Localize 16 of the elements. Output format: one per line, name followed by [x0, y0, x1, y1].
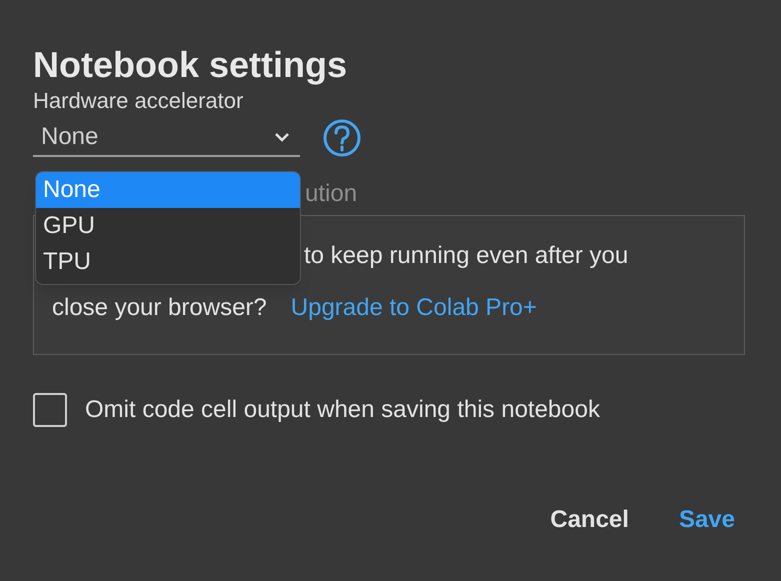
menu-option[interactable]: TPU — [36, 244, 300, 280]
promo-text: to keep running even after you — [304, 242, 628, 269]
field-label: Hardware accelerator — [33, 88, 244, 114]
chevron-icon — [274, 132, 290, 142]
section-label: ution — [305, 180, 358, 207]
save-button[interactable]: Save — [674, 498, 739, 542]
upgrade-link[interactable]: Upgrade to Colab Pro+ — [290, 294, 537, 322]
accelerator-select[interactable]: None — [33, 119, 300, 157]
dialog-title: Notebook settings — [33, 44, 348, 86]
promo-text: close your browser? — [52, 294, 267, 322]
help-icon[interactable] — [322, 118, 362, 158]
checkbox[interactable] — [33, 393, 67, 427]
menu-option[interactable]: GPU — [36, 208, 300, 244]
cancel-button[interactable]: Cancel — [546, 498, 633, 542]
checkbox-label: Omit code cell output when saving this notebook — [85, 395, 600, 425]
menu-option[interactable]: None — [36, 172, 300, 208]
